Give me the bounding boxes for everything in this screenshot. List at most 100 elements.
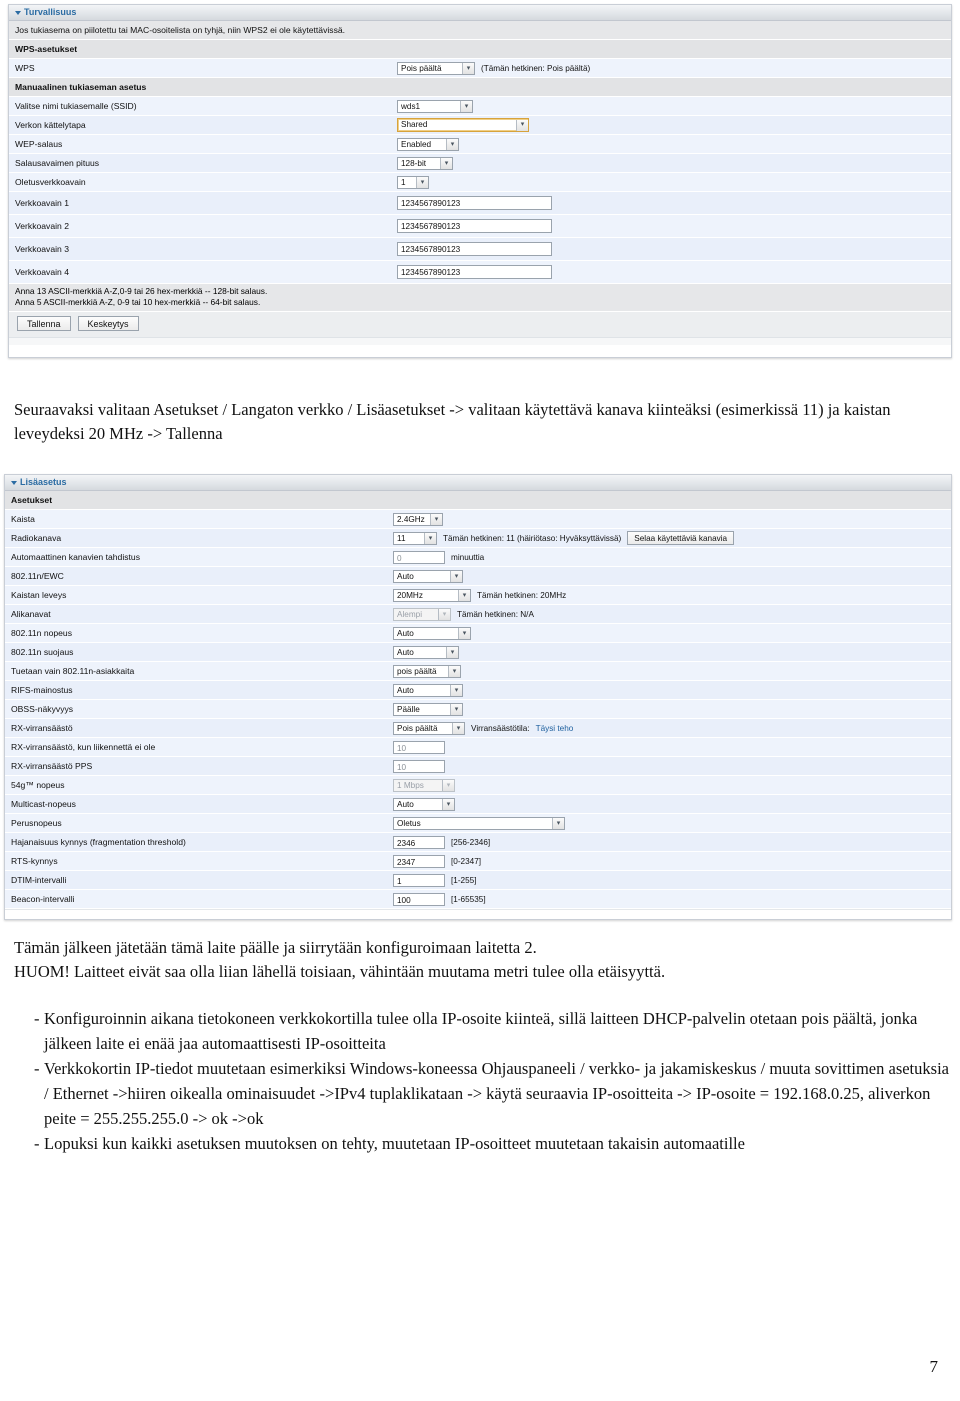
security-note-text: Jos tukiasema on piilotettu tai MAC-osoi… [15,25,346,35]
bullet-marker: - [34,1134,40,1153]
radio-channel-select[interactable]: 11 ▾ [393,531,437,545]
security-button-bar: Tallenna Keskeytys [9,311,951,337]
network-key-3-input[interactable]: 1234567890123 [397,242,552,256]
scan-channels-button[interactable]: Selaa käytettäviä kanavia [627,531,735,545]
row-key-length-label: Salausavaimen pituus [15,158,100,168]
row-network-key-2: Verkkoavain 2 1234567890123 [9,215,951,238]
key-length-select-value: 128-bit [401,158,427,168]
advanced-panel-title: Lisäasetus [20,477,67,487]
security-footnote-line-1: Anna 13 ASCII-merkkiä A-Z,0-9 tai 26 hex… [15,286,268,296]
chevron-down-icon: ▾ [446,138,458,150]
network-key-4-input[interactable]: 1234567890123 [397,265,552,279]
rts-range-hint: [0-2347] [451,856,482,866]
row-wps: WPS Pois päältä ▾ (Tämän hetkinen: Pois … [9,59,951,78]
row-network-key-1-label: Verkkoavain 1 [15,198,69,208]
fragmentation-threshold-input[interactable]: 2346 [393,835,445,849]
section-manual-ap: Manuaalinen tukiaseman asetus [9,78,951,97]
chevron-down-icon: ▾ [450,570,462,582]
wps-select-value: Pois päältä [401,63,442,73]
row-radio-channel: Radiokanava 11 ▾ Tämän hetkinen: 11 (häi… [5,529,951,548]
save-button[interactable]: Tallenna [17,316,71,331]
row-obss-coexistence: OBSS-näkyvyys Päälle ▾ [5,700,951,719]
ssid-select[interactable]: wds1 ▾ [397,99,473,113]
rx-power-save-mode-value: Täysi teho [535,723,574,733]
after-line-1: Tämän jälkeen jätetään tämä laite päälle… [14,938,537,957]
rx-power-save-idle-input[interactable]: 10 [393,740,445,754]
n-protection-select[interactable]: Auto ▾ [393,645,459,659]
row-ssid: Valitse nimi tukiasemalle (SSID) wds1 ▾ [9,97,951,116]
radio-channel-select-value: 11 [397,533,406,543]
chevron-down-icon: ▾ [442,798,454,810]
row-rifs-label: RIFS-mainostus [11,685,73,695]
bandwidth-select[interactable]: 20MHz ▾ [393,588,471,602]
chevron-down-icon: ▾ [424,532,436,544]
row-network-key-2-label: Verkkoavain 2 [15,221,69,231]
bandwidth-current-hint: Tämän hetkinen: 20MHz [477,590,567,600]
row-rx-power-save-idle-label: RX-virransäästö, kun liikennettä ei ole [11,742,156,752]
row-80211n-protection-label: 802.11n suojaus [11,647,74,657]
n-only-clients-select[interactable]: pois päältä ▾ [393,664,461,678]
section-wps-label: WPS-asetukset [15,44,78,54]
advanced-panel-footer: ▪ [5,909,951,919]
row-80211n-rate-label: 802.11n nopeus [11,628,73,638]
row-auto-channel-sync: Automaattinen kanavien tahdistus 0 minuu… [5,548,951,567]
advanced-panel-header[interactable]: Lisäasetus [5,475,951,491]
row-dtim-interval: DTIM-intervalli 1 [1-255] [5,871,951,890]
row-auto-channel-sync-label: Automaattinen kanavien tahdistus [11,552,140,562]
chevron-down-icon: ▾ [552,817,564,829]
basic-rate-select[interactable]: Oletus ▾ [393,816,565,830]
row-54g-rate-label: 54g™ nopeus [11,780,65,790]
security-footnote: Anna 13 ASCII-merkkiä A-Z,0-9 tai 26 hex… [9,284,951,311]
multicast-rate-select[interactable]: Auto ▾ [393,797,455,811]
network-key-1-input[interactable]: 1234567890123 [397,196,552,210]
key-length-select[interactable]: 128-bit ▾ [397,156,453,170]
section-wps-settings: WPS-asetukset [9,40,951,59]
multicast-rate-select-value: Auto [397,799,414,809]
network-key-2-input[interactable]: 1234567890123 [397,219,552,233]
chevron-down-icon: ▾ [450,703,462,715]
row-ssid-label: Valitse nimi tukiasemalle (SSID) [15,101,137,111]
band-select[interactable]: 2.4GHz ▾ [393,512,443,526]
row-80211n-rate: 802.11n nopeus Auto ▾ [5,624,951,643]
chevron-down-icon: ▾ [440,157,452,169]
row-default-key-label: Oletusverkkoavain [15,177,86,187]
wep-select[interactable]: Enabled ▾ [397,137,459,151]
security-panel-header[interactable]: Turvallisuus [9,5,951,21]
rifs-select[interactable]: Auto ▾ [393,683,463,697]
n-protection-select-value: Auto [397,647,414,657]
auth-mode-select[interactable]: Shared ▾ [397,118,529,132]
n-rate-select[interactable]: Auto ▾ [393,626,471,640]
triangle-down-icon[interactable] [15,11,21,15]
beacon-interval-input[interactable]: 100 [393,892,445,906]
chevron-down-icon: ▾ [448,665,460,677]
rx-power-save-select[interactable]: Pois päältä ▾ [393,721,465,735]
row-basic-rate-label: Perusnopeus [11,818,62,828]
ewc-select[interactable]: Auto ▾ [393,569,463,583]
row-rts-threshold: RTS-kynnys 2347 [0-2347] [5,852,951,871]
band-select-value: 2.4GHz [397,514,425,524]
auto-channel-sync-input[interactable]: 0 [393,550,445,564]
dtim-interval-input[interactable]: 1 [393,873,445,887]
rifs-select-value: Auto [397,685,414,695]
bullet-marker: - [34,1059,40,1078]
rx-power-save-pps-input[interactable]: 10 [393,759,445,773]
row-band-label: Kaista [11,514,35,524]
chevron-down-icon: ▾ [438,608,450,620]
cancel-button[interactable]: Keskeytys [77,316,139,331]
basic-rate-select-value: Oletus [397,818,421,828]
row-rifs-advertisement: RIFS-mainostus Auto ▾ [5,681,951,700]
wps-select[interactable]: Pois päältä ▾ [397,61,475,75]
rate-54g-select: 1 Mbps ▾ [393,778,455,792]
security-panel-title: Turvallisuus [24,7,77,17]
row-rx-power-save-pps-label: RX-virransäästö PPS [11,761,93,771]
obss-select[interactable]: Päälle ▾ [393,702,463,716]
security-panel-footer [9,337,951,345]
security-footnote-line-2: Anna 5 ASCII-merkkiä A-Z, 0-9 tai 10 hex… [15,297,261,307]
advanced-settings-screenshot: Lisäasetus Asetukset Kaista 2.4GHz ▾ Rad… [4,474,952,920]
chevron-down-icon: ▾ [458,589,470,601]
triangle-down-icon[interactable] [11,481,17,485]
row-rts-label: RTS-kynnys [11,856,58,866]
default-key-select[interactable]: 1 ▾ [397,175,429,189]
wps-current-hint: (Tämän hetkinen: Pois päältä) [481,63,591,73]
rts-threshold-input[interactable]: 2347 [393,854,445,868]
